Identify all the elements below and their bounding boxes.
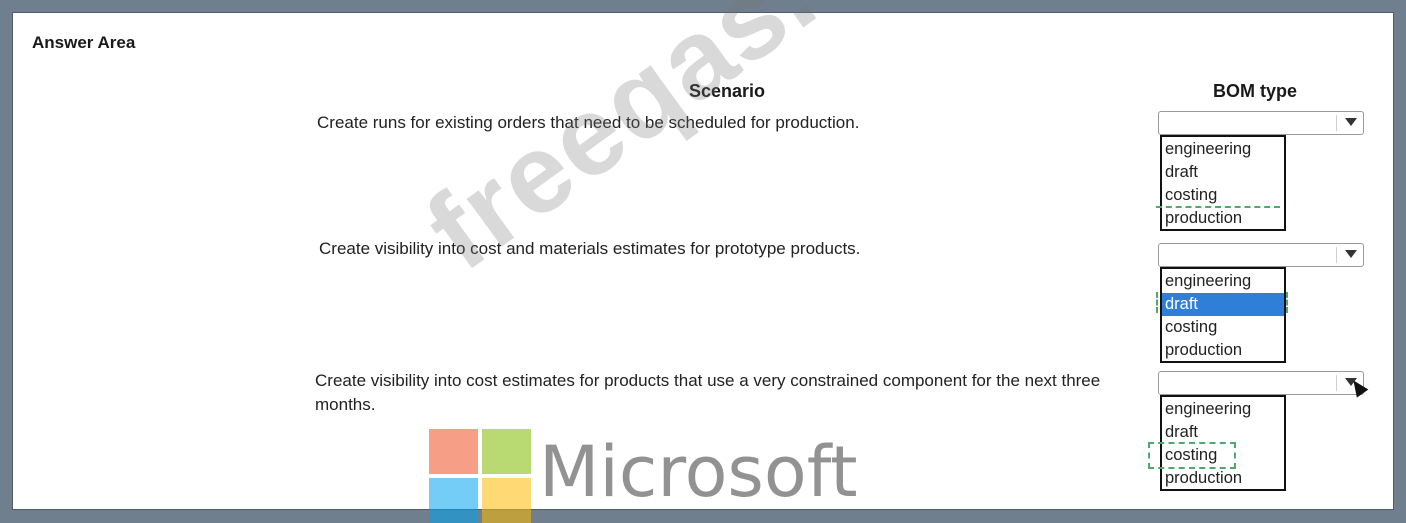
scenario-3-text: Create visibility into cost estimates fo… xyxy=(315,371,1101,414)
option-engineering[interactable]: engineering xyxy=(1162,138,1284,161)
bom-type-options-1: engineering draft costing production xyxy=(1156,135,1286,231)
option-production[interactable]: production xyxy=(1162,467,1284,490)
option-engineering[interactable]: engineering xyxy=(1162,270,1284,293)
bom-type-dropdown-3[interactable] xyxy=(1158,371,1364,395)
logo-red-square xyxy=(429,429,478,474)
option-production[interactable]: production xyxy=(1162,339,1284,362)
option-engineering[interactable]: engineering xyxy=(1162,398,1284,421)
answer-panel: Answer Area Scenario BOM type Create run… xyxy=(12,0,1394,523)
option-draft[interactable]: draft xyxy=(1162,161,1284,184)
scenario-2-text: Create visibility into cost and material… xyxy=(319,239,861,258)
option-draft[interactable]: draft xyxy=(1156,292,1288,316)
option-production-label: production xyxy=(1165,209,1243,227)
dropdown-separator xyxy=(1336,115,1337,131)
microsoft-logo-icon xyxy=(429,429,531,523)
option-production[interactable]: production xyxy=(1156,206,1284,230)
option-draft[interactable]: draft xyxy=(1162,421,1284,444)
logo-green-square xyxy=(482,429,531,474)
option-costing[interactable]: costing xyxy=(1162,184,1284,207)
option-draft-label: draft xyxy=(1165,295,1199,313)
bom-type-options-2: engineering draft costing production xyxy=(1156,267,1288,363)
dropdown-separator xyxy=(1336,375,1337,391)
option-costing-label: costing xyxy=(1165,446,1218,464)
dropdown-arrow-icon[interactable] xyxy=(1345,250,1357,258)
option-costing[interactable]: costing xyxy=(1148,442,1284,469)
option-costing[interactable]: costing xyxy=(1162,316,1284,339)
bom-type-column-header: BOM type xyxy=(1213,81,1298,101)
bom-type-dropdown-1[interactable] xyxy=(1158,111,1364,135)
microsoft-wordmark: Microsoft xyxy=(539,431,858,513)
bom-type-dropdown-2[interactable] xyxy=(1158,243,1364,267)
dropdown-arrow-icon[interactable] xyxy=(1345,118,1357,126)
bom-type-options-3: engineering draft costing production xyxy=(1148,395,1286,491)
logo-yellow-square xyxy=(482,478,531,523)
logo-blue-square xyxy=(429,478,478,523)
dropdown-separator xyxy=(1336,247,1337,263)
answer-area-title: Answer Area xyxy=(32,33,136,52)
